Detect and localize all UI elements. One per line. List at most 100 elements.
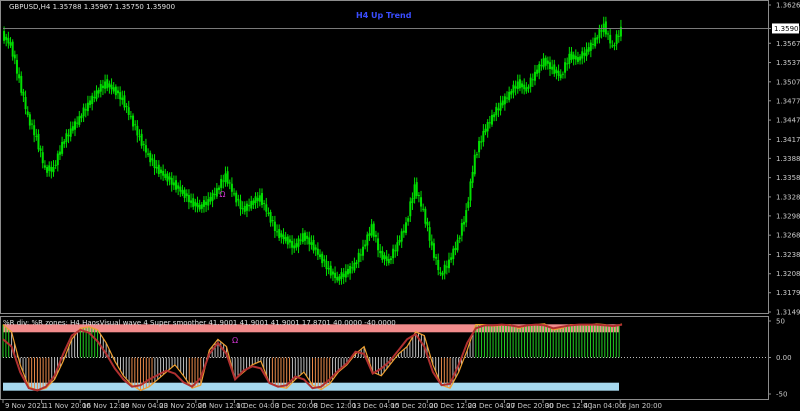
symbol-info: GBPUSD,H4 1.35788 1.35967 1.35750 1.3590… bbox=[9, 3, 175, 11]
candle-body bbox=[432, 243, 435, 258]
candle-body bbox=[162, 170, 165, 176]
candle-body bbox=[263, 203, 266, 205]
price-tick-label: 1.34775 bbox=[776, 97, 800, 105]
candle-body bbox=[187, 194, 190, 203]
candle-body bbox=[97, 89, 100, 94]
candle-body bbox=[383, 255, 386, 259]
candle-body bbox=[248, 204, 251, 207]
price-tick-label: 1.33280 bbox=[776, 193, 800, 201]
candle-body bbox=[170, 177, 173, 185]
candle-body bbox=[125, 105, 128, 107]
candle-body bbox=[465, 210, 468, 223]
candle-body bbox=[233, 193, 236, 195]
candle-body bbox=[136, 125, 139, 136]
candle-body bbox=[508, 91, 511, 101]
candle-body bbox=[523, 84, 526, 90]
candle-body bbox=[11, 41, 14, 57]
candle-body bbox=[546, 60, 549, 64]
candle-body bbox=[297, 238, 300, 247]
candle-body bbox=[76, 122, 79, 124]
candle-body bbox=[35, 135, 38, 137]
candle-body bbox=[411, 198, 414, 204]
candle-body bbox=[357, 252, 360, 263]
candle-body bbox=[589, 42, 592, 51]
time-tick-label: 9 Nov 2021 bbox=[5, 402, 45, 410]
indicator-marker: Ω bbox=[232, 336, 238, 345]
candle-body bbox=[280, 233, 283, 238]
candle-body bbox=[286, 236, 289, 245]
candle-body bbox=[104, 81, 107, 89]
candle-body bbox=[385, 256, 388, 261]
candle-body bbox=[321, 253, 324, 264]
candle-body bbox=[260, 193, 263, 205]
candle-body bbox=[379, 250, 382, 254]
candle-body bbox=[452, 248, 455, 259]
candle-body bbox=[155, 167, 158, 169]
candle-body bbox=[529, 77, 532, 87]
candle-body bbox=[512, 84, 515, 93]
price-tick-label: 1.32085 bbox=[776, 270, 800, 278]
candle-body bbox=[185, 193, 188, 197]
candle-body bbox=[33, 125, 36, 136]
candle-body bbox=[473, 154, 476, 175]
candle-body bbox=[112, 87, 115, 92]
candle-body bbox=[602, 23, 605, 33]
candle-body bbox=[551, 66, 554, 70]
candle-body bbox=[559, 74, 562, 79]
candle-body bbox=[250, 201, 253, 209]
candle-body bbox=[52, 167, 55, 173]
price-tick-label: 1.36265 bbox=[776, 2, 800, 10]
candle-body bbox=[594, 37, 597, 47]
candle-body bbox=[398, 239, 401, 243]
candle-body bbox=[202, 200, 205, 207]
candle-body bbox=[435, 256, 438, 259]
candle-body bbox=[329, 265, 332, 276]
price-tick-label: 1.33880 bbox=[776, 155, 800, 163]
candle-body bbox=[488, 122, 491, 124]
time-tick-label: 1 Dec 04:00 bbox=[236, 402, 279, 410]
time-tick-label: 4 Jan 04:00 bbox=[584, 402, 624, 410]
candle-body bbox=[190, 200, 193, 203]
candle-body bbox=[381, 250, 384, 260]
candle-body bbox=[331, 271, 334, 275]
price-tick-label: 1.32685 bbox=[776, 232, 800, 240]
candle-body bbox=[308, 237, 311, 245]
candle-body bbox=[22, 91, 25, 96]
candle-body bbox=[585, 49, 588, 57]
candle-body bbox=[91, 95, 94, 105]
candle-body bbox=[587, 47, 590, 52]
candle-body bbox=[591, 43, 594, 45]
candle-body bbox=[138, 136, 141, 138]
candle-body bbox=[179, 186, 182, 192]
candle-body bbox=[276, 231, 279, 233]
candle-body bbox=[213, 194, 216, 196]
candle-body bbox=[596, 37, 599, 40]
candle-body bbox=[420, 197, 423, 207]
candle-body bbox=[80, 115, 83, 119]
candle-body bbox=[183, 189, 186, 199]
candle-body bbox=[533, 71, 536, 81]
candle-body bbox=[611, 45, 614, 47]
candle-body bbox=[28, 114, 31, 126]
candle-body bbox=[61, 141, 64, 154]
candle-body bbox=[336, 276, 339, 281]
candle-body bbox=[220, 178, 223, 188]
candle-body bbox=[570, 51, 573, 60]
candle-body bbox=[463, 221, 466, 225]
candle-body bbox=[18, 74, 21, 79]
candle-body bbox=[456, 239, 459, 251]
candle-body bbox=[506, 97, 509, 99]
candle-body bbox=[166, 173, 169, 182]
candle-body bbox=[209, 196, 212, 202]
candle-body bbox=[114, 86, 117, 96]
candle-body bbox=[108, 83, 111, 88]
price-tick-label: 1.32985 bbox=[776, 212, 800, 220]
candle-body bbox=[460, 222, 463, 236]
candle-body bbox=[323, 259, 326, 262]
candle-body bbox=[228, 182, 231, 184]
candle-body bbox=[484, 128, 487, 133]
candle-body bbox=[86, 102, 89, 112]
candle-body bbox=[426, 221, 429, 226]
candle-body bbox=[482, 131, 485, 142]
candle-body bbox=[58, 151, 61, 155]
